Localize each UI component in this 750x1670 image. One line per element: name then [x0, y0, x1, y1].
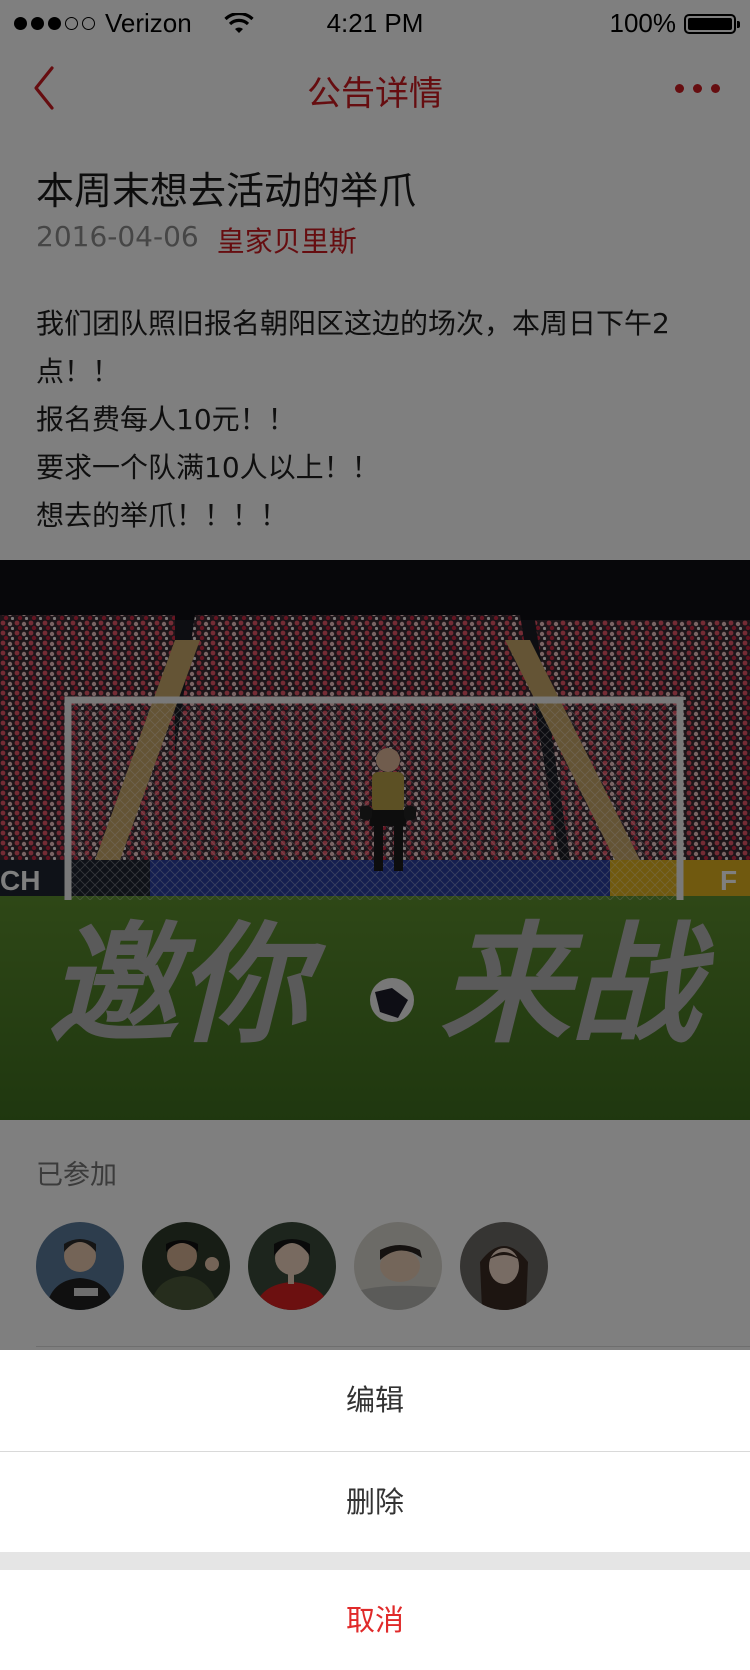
delete-button[interactable]: 删除 — [0, 1452, 750, 1552]
screen: Verizon 4:21 PM 100% 公告详情 本周末想去活动的举爪 201… — [0, 0, 750, 1670]
edit-button[interactable]: 编辑 — [0, 1350, 750, 1451]
action-sheet: 编辑 删除 取消 — [0, 1350, 750, 1670]
cancel-button[interactable]: 取消 — [0, 1570, 750, 1670]
